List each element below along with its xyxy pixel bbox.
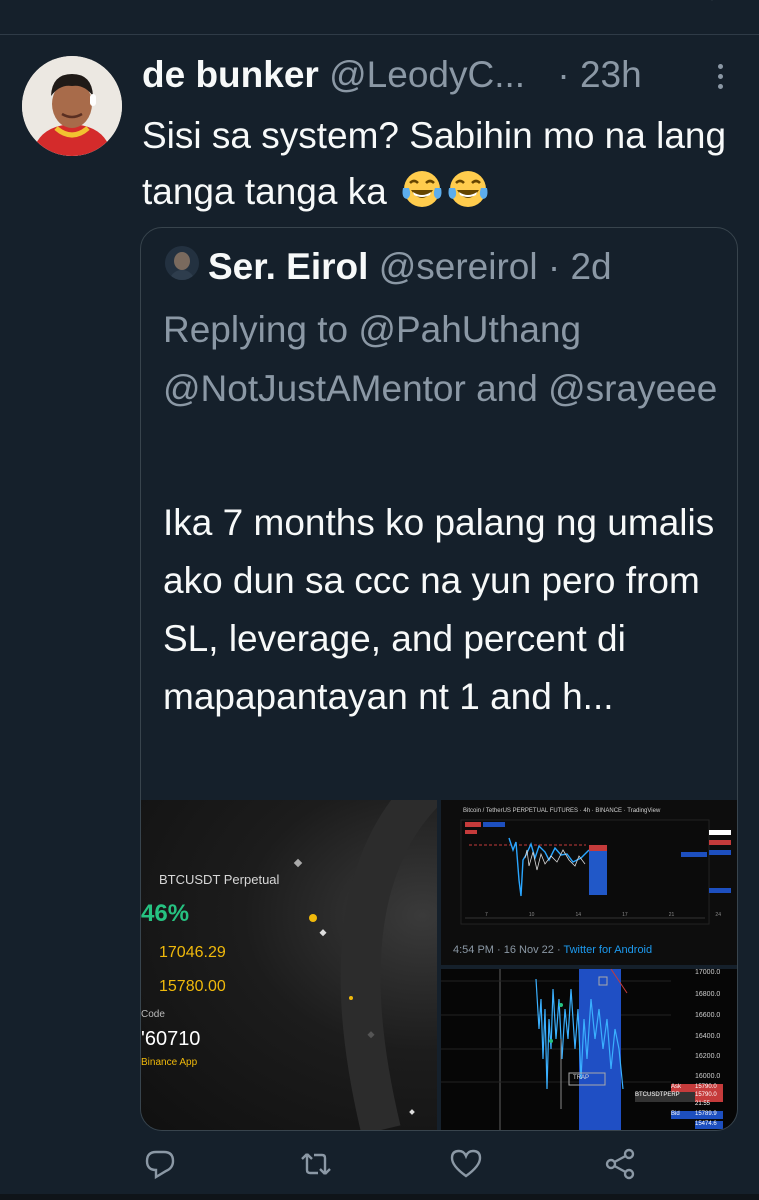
face-with-tears-of-joy-icon bbox=[448, 171, 488, 207]
avatar[interactable] bbox=[22, 56, 122, 156]
card-decoration bbox=[293, 800, 437, 1130]
more-options-icon[interactable] bbox=[714, 64, 726, 94]
pair-label: BTCUSDT Perpetual bbox=[159, 872, 280, 887]
quoted-handle[interactable]: @sereirol bbox=[379, 246, 538, 287]
countdown: 21:55 bbox=[695, 1101, 711, 1107]
x-tick: 14 bbox=[575, 912, 582, 918]
quoted-header: Ser. Eirol @sereirol · 2d bbox=[208, 244, 612, 290]
low-price: 15474.6 bbox=[695, 1121, 723, 1129]
quoted-text: Ika 7 months ko palang ng umalis ako dun… bbox=[163, 502, 715, 717]
x-tick: 21 bbox=[668, 912, 675, 918]
tweet-time: 4:54 PM · 16 Nov 22 · bbox=[453, 944, 564, 956]
price-label: 16000.0 bbox=[695, 1073, 721, 1080]
chart-candles bbox=[460, 819, 731, 925]
handle[interactable]: @LeodyC... bbox=[329, 54, 525, 95]
quoted-timestamp[interactable]: 2d bbox=[570, 246, 611, 287]
tweet-source[interactable]: Twitter for Android bbox=[563, 944, 652, 956]
bid-price: 15789.9 bbox=[695, 1111, 723, 1119]
x-tick: 24 bbox=[715, 912, 721, 918]
caret-icon[interactable] bbox=[705, 0, 719, 6]
quoted-display-name[interactable]: Ser. Eirol bbox=[208, 246, 368, 287]
x-tick: 10 bbox=[528, 912, 535, 918]
x-tick: 17 bbox=[622, 912, 628, 918]
separator: · bbox=[557, 54, 570, 95]
share-icon[interactable] bbox=[602, 1146, 642, 1186]
media-image-chart-4h[interactable]: Bitcoin / TetherUS PERPETUAL FUTURES · 4… bbox=[441, 800, 737, 965]
trap-label: TRAP bbox=[573, 1075, 590, 1081]
price-label: 16400.0 bbox=[695, 1033, 721, 1040]
quoted-separator: · bbox=[547, 246, 561, 287]
retweet-icon[interactable] bbox=[298, 1146, 338, 1186]
quoted-avatar[interactable] bbox=[165, 246, 199, 280]
app-label: Binance App bbox=[141, 1057, 198, 1068]
price-label: 16600.0 bbox=[695, 1012, 721, 1019]
tweet-text: Sisi sa system? Sabihin mo na lang tanga… bbox=[142, 108, 742, 220]
bid-label: Bid bbox=[671, 1111, 695, 1119]
quoted-tweet[interactable]: Ser. Eirol @sereirol · 2d Replying to @P… bbox=[140, 227, 738, 1131]
media-grid: BTCUSDT Perpetual 46% 17046.29 15780.00 … bbox=[141, 800, 737, 1130]
referral-code: '60710 bbox=[141, 1028, 201, 1050]
symbol-label: BTCUSDTPERP bbox=[635, 1092, 695, 1102]
timestamp[interactable]: 23h bbox=[580, 54, 642, 95]
price-label: 17000.0 bbox=[695, 969, 721, 976]
price-label: 16200.0 bbox=[695, 1053, 721, 1060]
divider bbox=[0, 34, 759, 35]
next-tweet-preview bbox=[0, 1194, 759, 1200]
entry-price: 17046.29 bbox=[159, 944, 226, 961]
reply-icon[interactable] bbox=[142, 1146, 182, 1186]
media-image-binance[interactable]: BTCUSDT Perpetual 46% 17046.29 15780.00 … bbox=[141, 800, 437, 1130]
ask-price: 15790.0 bbox=[695, 1084, 723, 1092]
tweet-meta: 4:54 PM · 16 Nov 22 · Twitter for Androi… bbox=[453, 944, 652, 956]
like-icon[interactable] bbox=[448, 1146, 488, 1186]
x-tick: 7 bbox=[485, 912, 488, 918]
action-bar bbox=[0, 1146, 759, 1186]
pnl-percent: 46% bbox=[141, 900, 190, 927]
tweet-header: de bunker @LeodyC... · 23h bbox=[142, 52, 642, 98]
price-label: 16800.0 bbox=[695, 991, 721, 998]
display-name[interactable]: de bunker bbox=[142, 54, 319, 95]
face-with-tears-of-joy-icon bbox=[402, 171, 442, 207]
x-axis-ticks: 7 10 14 17 21 24 bbox=[485, 912, 721, 918]
ask-label: Ask bbox=[671, 1084, 695, 1092]
zoom-chart bbox=[441, 969, 671, 1130]
media-image-chart-zoom[interactable]: TRAP 17000.0 16800.0 16600.0 16400.0 162… bbox=[441, 969, 737, 1130]
code-label: Code bbox=[141, 1009, 165, 1020]
mark-price: 15780.00 bbox=[159, 978, 226, 995]
replying-to: Replying to @PahUthang @NotJustAMentor a… bbox=[163, 309, 718, 409]
